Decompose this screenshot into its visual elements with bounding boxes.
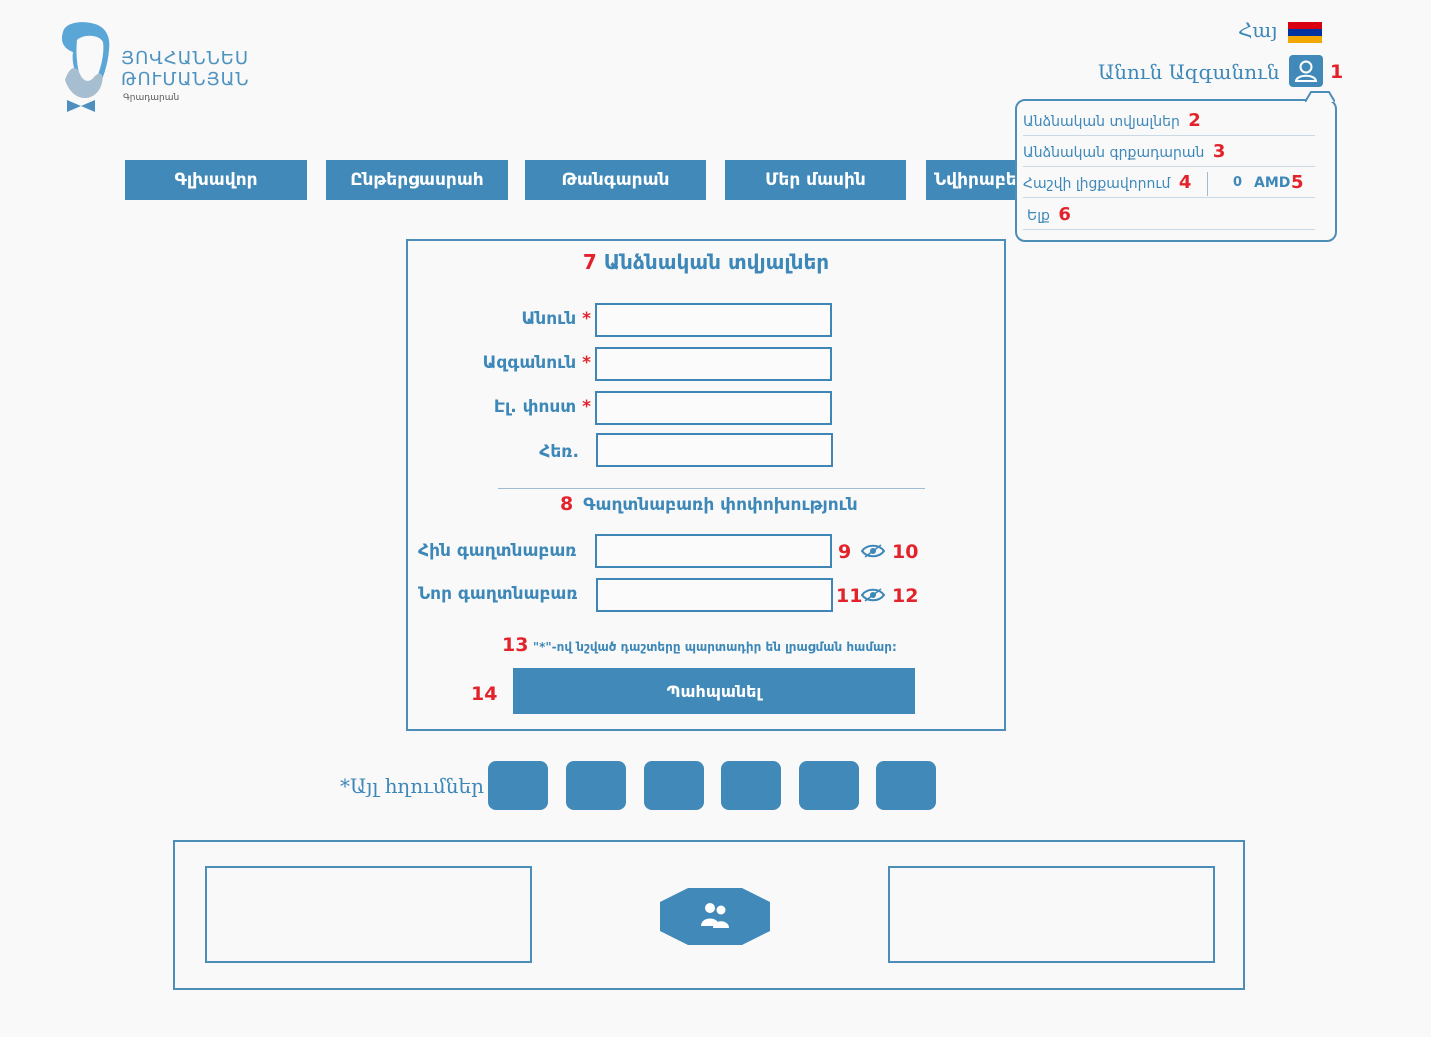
annotation-10: 10 [892, 541, 919, 563]
show-new-password-eye-icon[interactable] [861, 588, 885, 602]
nav-item-reading-room[interactable]: Ընթերցասրահ [326, 160, 508, 200]
social-login-button-6[interactable] [876, 761, 936, 810]
old-password-input[interactable] [595, 534, 832, 568]
footer-left-box [205, 866, 532, 963]
social-login-button-2[interactable] [566, 761, 626, 810]
social-login-button-5[interactable] [799, 761, 859, 810]
annotation-9: 9 [838, 541, 852, 563]
required-note-row: 13 "*"-ով նշված դաշտերը պարտադիր են լրաց… [502, 634, 897, 656]
last-name-input[interactable] [595, 347, 832, 381]
user-dropdown-menu: Անձնական տվյալներ 2 Անձնական գրքադարան 3… [1015, 91, 1337, 242]
annotation-7: 7 [582, 250, 597, 274]
first-name-label-text: Անուն [521, 309, 577, 329]
annotation-4: 4 [1178, 172, 1192, 193]
phone-label: Հեռ. [539, 442, 579, 462]
annotation-2: 2 [1188, 110, 1201, 131]
annotation-11: 11 [836, 585, 863, 607]
nav-item-about-us[interactable]: Մեր մասին [725, 160, 906, 200]
balance-divider [1207, 172, 1208, 196]
balance-value: 0 [1233, 175, 1243, 190]
menu-item-personal-data-label: Անձնական տվյալներ [1023, 114, 1180, 130]
password-section-title: Գաղտնաբառի փոփոխություն [583, 495, 858, 515]
annotation-6: 6 [1058, 204, 1071, 225]
nav-item-home[interactable]: Գլխավոր [125, 160, 307, 200]
required-mark: * [582, 397, 591, 417]
annotation-13: 13 [502, 634, 529, 656]
menu-item-account-topup[interactable]: Հաշվի լիցքավորում 4 0 AMD 5 [1023, 169, 1315, 198]
logo[interactable]: ՅՈՎՀԱՆՆԵՍ ԹՈՒՄԱՆՅԱՆ Գրադարան [55, 20, 255, 112]
nav-item-donation[interactable]: Նվիրաբերություն [926, 160, 1015, 200]
logo-line-2: ԹՈՒՄԱՆՅԱՆ [121, 69, 250, 90]
dropdown-pointer [1305, 91, 1335, 102]
last-name-label-text: Ազգանուն [482, 353, 577, 373]
menu-item-account-topup-label: Հաշվի լիցքավորում [1023, 176, 1171, 192]
save-button[interactable]: Պահպանել [513, 668, 915, 714]
email-label: Էլ. փոստ * [494, 397, 591, 417]
required-note: "*"-ով նշված դաշտերը պարտադիր են լրացման… [532, 640, 897, 654]
new-password-input[interactable] [596, 578, 833, 612]
menu-item-personal-library[interactable]: Անձնական գրքադարան 3 [1023, 138, 1315, 167]
new-password-label: Նոր գաղտնաբառ [418, 584, 578, 604]
social-login-button-4[interactable] [721, 761, 781, 810]
menu-item-logout[interactable]: Ելք 6 [1023, 201, 1315, 230]
password-section-title-row: 8 Գաղտնաբառի փոփոխություն [560, 493, 858, 515]
social-login-button-3[interactable] [644, 761, 704, 810]
annotation-1: 1 [1330, 61, 1344, 83]
user-avatar-button[interactable] [1289, 55, 1323, 87]
logo-subtitle: Գրադարան [123, 93, 180, 103]
menu-item-personal-data[interactable]: Անձնական տվյալներ 2 [1023, 107, 1315, 136]
first-name-input[interactable] [595, 303, 832, 337]
section-divider [498, 488, 925, 489]
annotation-14: 14 [471, 683, 498, 705]
language-selector[interactable]: Հայ [1238, 18, 1328, 46]
annotation-5: 5 [1291, 172, 1304, 193]
last-name-label: Ազգանուն * [483, 353, 591, 373]
phone-input[interactable] [596, 433, 833, 467]
annotation-8: 8 [560, 493, 574, 515]
annotation-12: 12 [892, 585, 919, 607]
first-name-label: Անուն * [521, 309, 591, 329]
menu-item-logout-label: Ելք [1027, 208, 1050, 224]
form-title-row: 7 Անձնական տվյալներ [406, 250, 1006, 274]
logo-line-1: ՅՈՎՀԱՆՆԵՍ [121, 48, 250, 69]
required-mark: * [582, 309, 591, 329]
other-logins-label: *Այլ հղումներ [340, 774, 484, 798]
nav-item-museum[interactable]: Թանգարան [525, 160, 706, 200]
show-old-password-eye-icon[interactable] [861, 544, 885, 558]
menu-item-personal-library-label: Անձնական գրքադարան [1023, 145, 1205, 161]
balance-currency: AMD [1254, 175, 1291, 191]
footer-community-button[interactable] [660, 888, 770, 945]
user-name[interactable]: Անուն Ազգանուն [1098, 60, 1280, 84]
email-input[interactable] [595, 391, 832, 425]
old-password-label: Հին գաղտնաբառ [418, 541, 577, 561]
language-label: Հայ [1238, 18, 1278, 42]
user-icon [1294, 60, 1318, 82]
form-title: Անձնական տվյալներ [603, 250, 830, 274]
social-login-button-1[interactable] [488, 761, 548, 810]
logo-portrait-icon [61, 22, 110, 112]
footer-right-box [888, 866, 1215, 963]
armenia-flag-icon [1288, 22, 1322, 43]
required-mark: * [582, 353, 591, 373]
annotation-3: 3 [1212, 141, 1226, 162]
email-label-text: Էլ. փոստ [493, 397, 577, 417]
